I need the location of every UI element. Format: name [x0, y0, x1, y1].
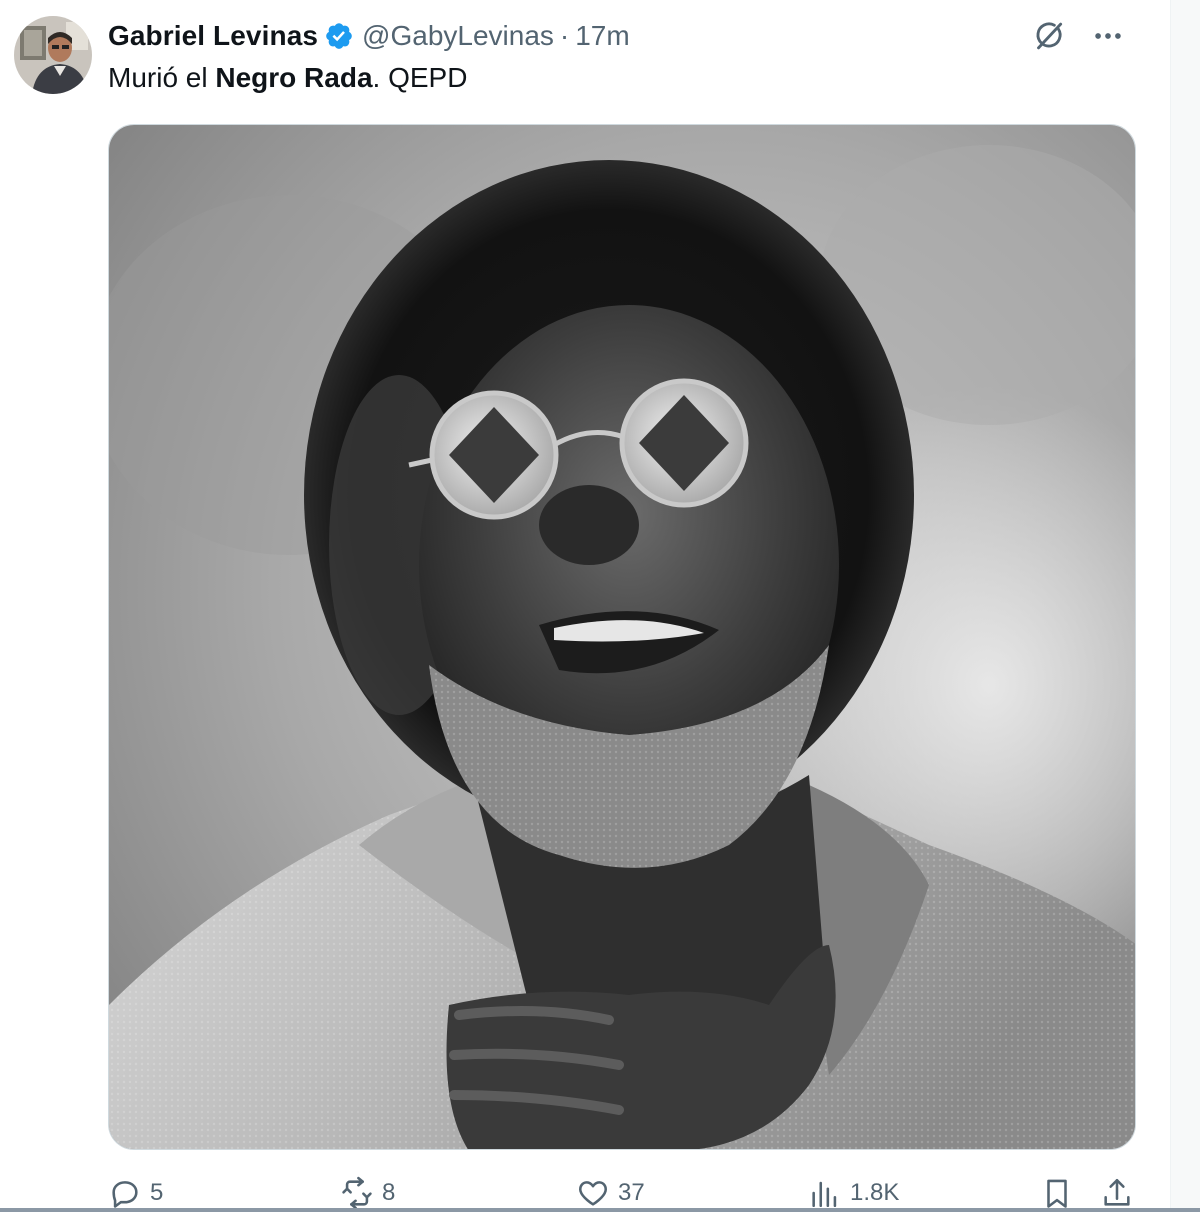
like-button[interactable]: 37 [576, 1176, 645, 1210]
views-button[interactable]: 1.8K [808, 1176, 899, 1210]
avatar[interactable] [14, 16, 92, 94]
timestamp[interactable]: 17m [575, 20, 629, 52]
more-icon[interactable] [1088, 16, 1128, 56]
views-count: 1.8K [850, 1179, 900, 1206]
views-icon [812, 1181, 837, 1208]
tweet-card[interactable]: Gabriel Levinas @GabyLevinas · 17m Murió… [0, 0, 1172, 1212]
header-actions [1028, 16, 1128, 56]
share-button[interactable] [1100, 1176, 1134, 1210]
heart-icon [579, 1181, 607, 1206]
grok-icon[interactable] [1028, 16, 1068, 56]
repost-count: 8 [382, 1179, 396, 1206]
bookmark-button[interactable] [1040, 1176, 1074, 1210]
reply-button[interactable]: 5 [108, 1176, 163, 1210]
display-name[interactable]: Gabriel Levinas [108, 20, 318, 52]
tweet-text-bold: Negro Rada [215, 62, 373, 93]
tweet-text-suffix: . QEPD [372, 62, 468, 93]
tweet-photo[interactable] [108, 124, 1136, 1150]
verified-badge-icon[interactable] [324, 21, 354, 51]
tweet-text: Murió el Negro Rada. QEPD [108, 62, 467, 94]
handle[interactable]: @GabyLevinas [362, 20, 554, 52]
share-icon [1104, 1178, 1130, 1206]
tweet-header: Gabriel Levinas @GabyLevinas · 17m [108, 18, 630, 54]
bookmark-icon [1047, 1179, 1067, 1208]
bottom-divider [0, 1208, 1200, 1212]
repost-icon [342, 1176, 372, 1210]
like-count: 37 [618, 1179, 645, 1206]
action-bar: 5 8 37 1.8K [108, 1176, 1138, 1212]
reply-icon [112, 1181, 138, 1208]
tweet-text-prefix: Murió el [108, 62, 208, 93]
reply-count: 5 [150, 1179, 164, 1206]
repost-button[interactable]: 8 [340, 1176, 395, 1210]
separator-dot: · [559, 20, 570, 51]
timeline-gutter [1170, 0, 1200, 1212]
